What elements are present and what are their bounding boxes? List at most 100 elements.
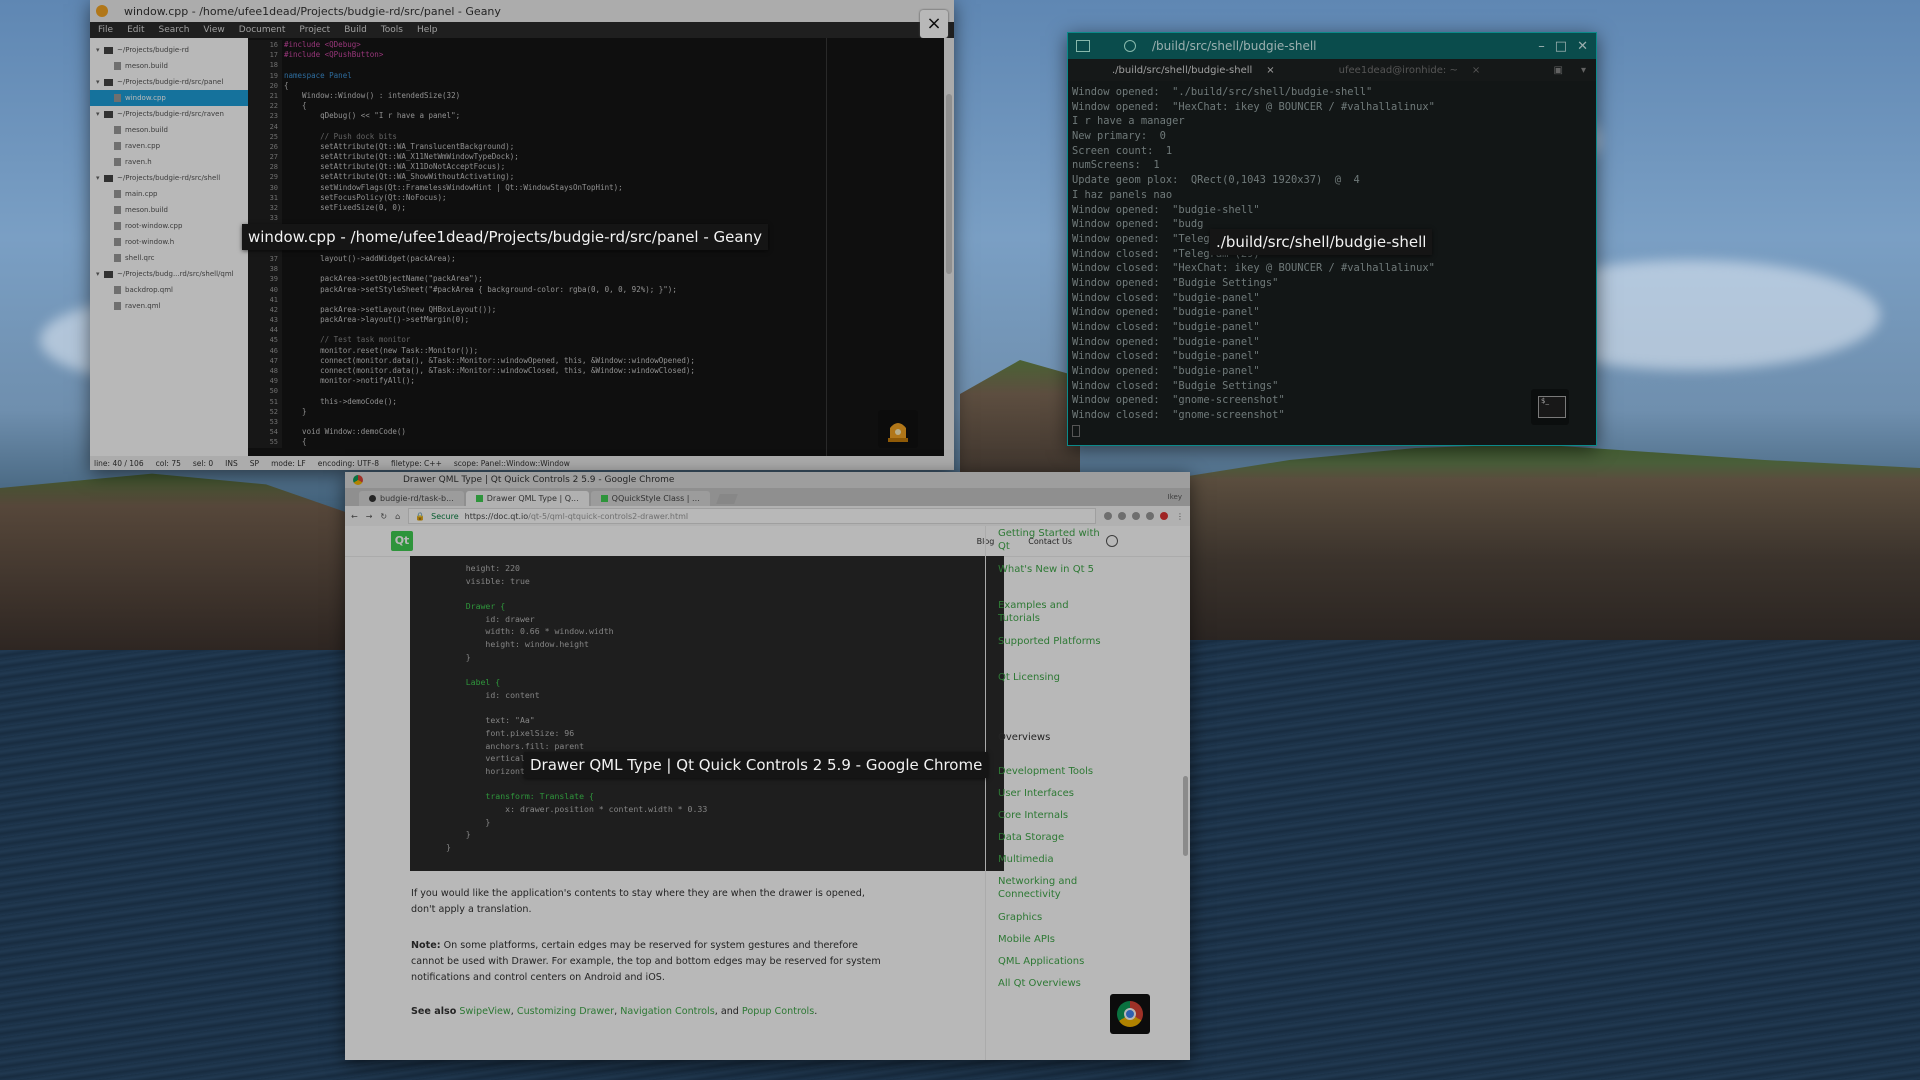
menu-icon[interactable]: ⋮ — [1176, 512, 1184, 521]
code-line[interactable]: packArea->layout()->setMargin(0); — [284, 315, 954, 325]
tree-item[interactable]: main.cpp — [90, 186, 248, 202]
code-line[interactable]: this->demoCode(); — [284, 397, 954, 407]
code-line[interactable]: connect(monitor.data(), &Task::Monitor::… — [284, 356, 954, 366]
terminal-titlebar[interactable]: /build/src/shell/budgie-shell – □ ✕ — [1068, 33, 1596, 59]
chrome-titlebar[interactable]: Drawer QML Type | Qt Quick Controls 2 5.… — [345, 472, 1190, 488]
terminal-tab[interactable]: ./build/src/shell/budgie-shell × — [1068, 59, 1295, 81]
code-line[interactable]: { — [284, 81, 954, 91]
browser-tab[interactable]: budgie-rd/task-b... — [359, 491, 464, 506]
menu-item-edit[interactable]: Edit — [127, 25, 144, 35]
code-line[interactable]: setAttribute(Qt::WA_ShowWithoutActivatin… — [284, 172, 954, 182]
sidebar-link[interactable]: QML Applications — [998, 956, 1108, 969]
menu-item-search[interactable]: Search — [159, 25, 190, 35]
code-line[interactable]: connect(monitor.data(), &Task::Monitor::… — [284, 366, 954, 376]
code-line[interactable]: packArea->setStyleSheet("#packArea { bac… — [284, 285, 954, 295]
code-line[interactable]: setFixedSize(0, 0); — [284, 203, 954, 213]
tree-item[interactable]: ▾ ~/Projects/budg...rd/src/shell/qml — [90, 266, 248, 282]
code-line[interactable]: setAttribute(Qt::WA_X11DoNotAcceptFocus)… — [284, 162, 954, 172]
profile-button[interactable]: Ikey — [1168, 493, 1190, 501]
code-line[interactable]: monitor->notifyAll(); — [284, 376, 954, 386]
back-icon[interactable]: ← — [351, 512, 358, 521]
menu-item-file[interactable]: File — [98, 25, 113, 35]
code-line[interactable]: Window::Window() : intendedSize(32) — [284, 91, 954, 101]
profile-icon[interactable]: ▣ — [1554, 65, 1563, 76]
sidebar-link[interactable]: Supported Platforms — [998, 636, 1108, 649]
code-line[interactable]: layout()->addWidget(packArea); — [284, 254, 954, 264]
editor-scrollbar[interactable] — [944, 38, 954, 456]
code-line[interactable]: // Test task monitor — [284, 335, 954, 345]
sidebar-link[interactable]: Networking and Connectivity — [998, 876, 1108, 901]
sidebar-link[interactable]: Development Tools — [998, 766, 1108, 779]
code-line[interactable]: setFocusPolicy(Qt::NoFocus); — [284, 193, 954, 203]
close-icon[interactable]: ✕ — [1577, 39, 1588, 54]
terminal-new-tab-icon[interactable] — [1124, 40, 1136, 52]
chevron-down-icon[interactable]: ▾ — [96, 78, 104, 86]
new-tab-button[interactable] — [715, 494, 738, 504]
tree-item[interactable]: ▾ ~/Projects/budgie-rd/src/shell — [90, 170, 248, 186]
terminal-tab[interactable]: ufee1dead@ironhide: ~ × — [1295, 59, 1501, 81]
tree-item[interactable]: shell.qrc — [90, 250, 248, 266]
reload-icon[interactable]: ↻ — [380, 512, 387, 521]
code-line[interactable]: #include <QPushButton> — [284, 50, 954, 60]
menu-item-project[interactable]: Project — [299, 25, 330, 35]
sidebar-link[interactable]: Multimedia — [998, 854, 1108, 867]
home-icon[interactable]: ⌂ — [395, 512, 400, 521]
extension-icon[interactable] — [1146, 512, 1154, 520]
chevron-down-icon[interactable]: ▾ — [96, 110, 104, 118]
extension-icon[interactable] — [1132, 512, 1140, 520]
code-line[interactable]: // Push dock bits — [284, 132, 954, 142]
sidebar-link[interactable]: Graphics — [998, 912, 1108, 925]
browser-tab[interactable]: QQuickStyle Class | ... — [590, 491, 710, 506]
geany-titlebar[interactable]: window.cpp - /home/ufee1dead/Projects/bu… — [90, 0, 954, 22]
code-line[interactable]: setWindowFlags(Qt::FramelessWindowHint |… — [284, 183, 954, 193]
tab-close-icon[interactable]: × — [1266, 65, 1274, 76]
sidebar-link[interactable]: Getting Started with Qt — [998, 528, 1108, 553]
link-swipeview[interactable]: SwipeView — [459, 1006, 510, 1017]
chevron-down-icon[interactable]: ▾ — [96, 46, 104, 54]
maximize-icon[interactable]: □ — [1555, 39, 1567, 54]
close-icon[interactable]: × — [920, 10, 948, 38]
menu-item-help[interactable]: Help — [417, 25, 438, 35]
code-line[interactable]: { — [284, 437, 954, 447]
tree-item[interactable]: meson.build — [90, 122, 248, 138]
tree-item[interactable]: ▾ ~/Projects/budgie-rd/src/panel — [90, 74, 248, 90]
sidebar-link[interactable]: Qt Licensing — [998, 672, 1108, 685]
code-snippet[interactable]: height: 220 visible: true Drawer { id: d… — [410, 556, 1004, 871]
page-scrollbar[interactable] — [1183, 776, 1188, 856]
extension-icon[interactable] — [1160, 512, 1168, 520]
link-popup-controls[interactable]: Popup Controls — [742, 1006, 814, 1017]
link-navigation-controls[interactable]: Navigation Controls — [620, 1006, 714, 1017]
tree-item[interactable]: backdrop.qml — [90, 282, 248, 298]
browser-tab[interactable]: Drawer QML Type | Q... — [465, 491, 589, 506]
address-bar[interactable]: 🔒 Secure https://doc.qt.io /qt-5/qml-qtq… — [408, 508, 1096, 524]
tree-item[interactable]: window.cpp — [90, 90, 248, 106]
menu-item-view[interactable]: View — [203, 25, 224, 35]
tree-item[interactable]: root-window.cpp — [90, 218, 248, 234]
tree-item[interactable]: raven.h — [90, 154, 248, 170]
sidebar-link[interactable]: What's New in Qt 5 — [998, 564, 1108, 577]
code-line[interactable]: namespace Panel — [284, 71, 954, 81]
sidebar-link[interactable]: Examples and Tutorials — [998, 600, 1108, 625]
tree-item[interactable]: meson.build — [90, 202, 248, 218]
web-page[interactable]: Qt Blog Contact Us height: 220 visible: … — [345, 526, 1190, 1060]
menu-item-document[interactable]: Document — [239, 25, 286, 35]
code-line[interactable]: qDebug() << "I r have a panel"; — [284, 111, 954, 121]
code-line[interactable]: { — [284, 101, 954, 111]
tab-close-icon[interactable]: × — [1472, 65, 1480, 76]
code-line[interactable] — [284, 264, 954, 274]
code-line[interactable] — [284, 417, 954, 427]
link-customizing-drawer[interactable]: Customizing Drawer — [517, 1006, 614, 1017]
extension-icon[interactable] — [1118, 512, 1126, 520]
terminal-cursor[interactable] — [1072, 424, 1080, 437]
code-line[interactable]: } — [284, 407, 954, 417]
tree-item[interactable]: meson.build — [90, 58, 248, 74]
chevron-down-icon[interactable]: ▾ — [96, 174, 104, 182]
menu-item-build[interactable]: Build — [344, 25, 367, 35]
code-line[interactable] — [284, 386, 954, 396]
code-line[interactable] — [284, 122, 954, 132]
code-line[interactable]: setAttribute(Qt::WA_TranslucentBackgroun… — [284, 142, 954, 152]
extension-icons[interactable] — [1104, 512, 1168, 520]
code-line[interactable] — [284, 325, 954, 335]
tree-item[interactable]: raven.qml — [90, 298, 248, 314]
chevron-down-icon[interactable]: ▾ — [1581, 65, 1586, 76]
